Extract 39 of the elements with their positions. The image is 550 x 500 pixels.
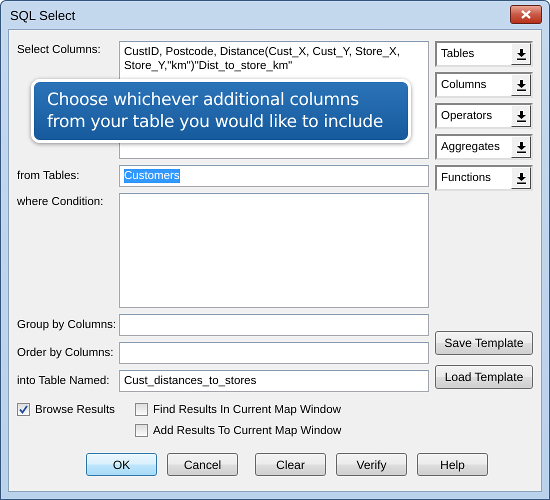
dialog-button[interactable]: Cancel [167,453,238,476]
window-title: SQL Select [9,8,76,22]
dropdown[interactable]: Operators [435,103,533,129]
dialog-button[interactable]: Help [417,453,488,476]
dropdown-button[interactable] [511,167,531,189]
dialog-button[interactable]: Verify [336,453,407,476]
field-label: Order by Columns: [17,347,114,360]
checkbox[interactable]: Browse Results [17,403,135,416]
field-label: where Condition: [17,196,104,209]
dropdown[interactable]: Columns [435,72,533,98]
dropdown-button[interactable] [511,74,531,96]
dropdown[interactable]: Tables [435,41,533,67]
checkbox[interactable]: Add Results To Current Map Window [135,424,533,437]
dropdown-button[interactable] [511,43,531,65]
field-label: from Tables: [17,170,80,183]
dialog-button[interactable]: Clear [255,453,326,476]
close-icon [521,10,531,18]
checkbox[interactable]: Find Results In Current Map Window [135,403,533,416]
template-button[interactable]: Load Template [435,365,533,389]
down-arrow-icon [516,80,526,90]
dropdown[interactable]: Aggregates [435,134,533,160]
dialog-button[interactable]: OK [86,453,157,476]
input-field[interactable] [119,342,429,364]
input-field[interactable]: Cust_distances_to_stores [119,370,429,392]
down-arrow-icon [516,142,526,152]
down-arrow-icon [516,110,526,122]
down-arrow-icon [516,172,526,184]
input-field[interactable] [119,314,429,336]
dropdown-button[interactable] [511,105,531,127]
template-button[interactable]: Save Template [435,331,533,355]
down-arrow-icon [516,48,526,60]
field-label: Group by Columns: [17,319,116,332]
field-label: into Table Named: [17,375,110,388]
close-button[interactable] [510,4,542,24]
dropdown-button[interactable] [511,136,531,158]
field-label: Select Columns: [17,44,101,57]
checkmark-icon [19,405,28,414]
callout-tooltip: Choose whichever additional columns from your table you would like to include [31,79,411,143]
dropdown[interactable]: Functions [435,165,533,191]
